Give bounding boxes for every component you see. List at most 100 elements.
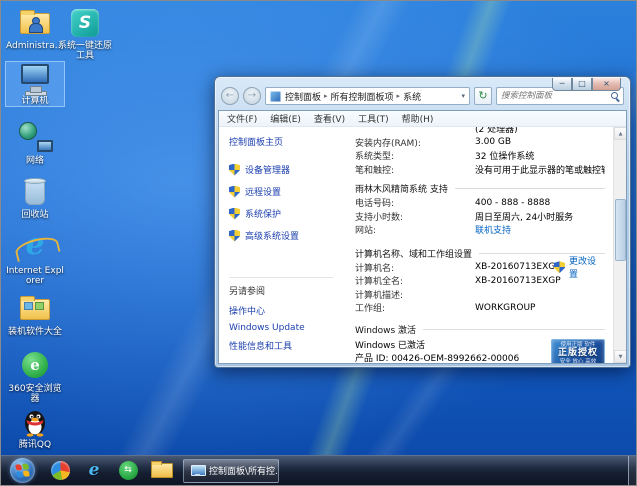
breadcrumb[interactable]: 控制面板 ▸ 所有控制面板项 ▸ 系统 ▾: [265, 87, 470, 105]
uac-shield-icon: [229, 208, 240, 220]
pinned-app-colorful-ball-icon[interactable]: [43, 458, 77, 484]
field-value: XB-20160713EXGP: [475, 262, 554, 272]
user-folder-icon: [15, 7, 55, 39]
desktop-icon-internet-explorer[interactable]: e Internet Explorer: [6, 232, 64, 286]
sidebar-item-device-manager[interactable]: 设备管理器: [229, 163, 343, 176]
network-icon: [15, 122, 55, 154]
computer-row: 计算机描述:: [355, 288, 605, 302]
icon-label: Internet Explorer: [6, 266, 64, 286]
field-label: 支持小时数:: [355, 210, 475, 223]
search-icon: [611, 92, 619, 100]
section-title: 雨林木风精简系统 支持: [355, 182, 448, 195]
field-label: 电话号码:: [355, 196, 475, 209]
recycle-bin-icon: [15, 176, 55, 208]
sidebar: 控制面板主页 设备管理器 远程设置 系统保护: [219, 127, 343, 363]
menu-view[interactable]: 查看(V): [314, 112, 345, 125]
clipped-row: (2 处理器): [355, 127, 605, 136]
activation-status: Windows 已激活: [355, 339, 527, 353]
taskbar-button-control-panel[interactable]: 控制面板\所有控...: [183, 459, 279, 483]
icon-label: 回收站: [6, 210, 64, 220]
scrollbar-thumb[interactable]: [615, 199, 626, 261]
system-control-panel-window: ─ □ × ← → 控制面板 ▸ 所有控制面板项 ▸ 系统 ▾ ↻: [214, 76, 631, 368]
field-label: 系统类型:: [355, 149, 475, 162]
menu-edit[interactable]: 编辑(E): [270, 112, 301, 125]
breadcrumb-item[interactable]: 系统: [403, 90, 421, 103]
see-also-section: 另请参阅 操作中心 Windows Update 性能信息和工具: [229, 277, 333, 358]
field-label: 笔和触控:: [355, 163, 475, 176]
desktop-icon-computer[interactable]: 计算机: [6, 62, 64, 106]
scroll-down-arrow-icon[interactable]: ▼: [614, 350, 627, 363]
sidebar-item-home[interactable]: 控制面板主页: [229, 135, 343, 148]
breadcrumb-item[interactable]: 控制面板: [285, 90, 321, 103]
minimize-button[interactable]: ─: [552, 78, 572, 91]
computer-icon: [15, 62, 55, 94]
internet-explorer-icon: e: [15, 232, 55, 264]
sidebar-item-windows-update[interactable]: Windows Update: [229, 323, 333, 333]
see-also-header: 另请参阅: [229, 284, 333, 297]
sidebar-item-action-center[interactable]: 操作中心: [229, 304, 333, 317]
pinned-internet-explorer-icon[interactable]: e: [77, 458, 111, 484]
field-value: WORKGROUP: [475, 303, 605, 313]
search-input[interactable]: [501, 91, 611, 101]
online-support-link[interactable]: 联机支持: [475, 226, 511, 236]
desktop-icon-system-restore-tool[interactable]: S 系统一键还原工具: [56, 7, 114, 61]
genuine-windows-badge[interactable]: 使用正版 软件 正版授权 安全 放心 高效: [551, 339, 605, 364]
field-value: XB-20160713EXGP: [475, 276, 605, 286]
icon-label: 腾讯QQ: [6, 440, 64, 450]
chevron-down-icon[interactable]: ▾: [457, 92, 465, 100]
field-value: 没有可用于此显示器的笔或触控输入: [475, 163, 605, 176]
support-row: 支持小时数: 周日至周六, 24小时服务: [355, 210, 605, 224]
windows-flag-icon: [15, 463, 29, 477]
section-header-support: 雨林木风精简系统 支持: [355, 181, 605, 196]
computer-row: 计算机名: XB-20160713EXGP 更改设置: [355, 261, 605, 275]
menu-tools[interactable]: 工具(T): [358, 112, 389, 125]
section-rule: [423, 329, 605, 330]
desktop-icon-recycle-bin[interactable]: 回收站: [6, 176, 64, 220]
system-window-icon: [191, 465, 204, 476]
back-button[interactable]: ←: [221, 87, 239, 105]
vertical-scrollbar[interactable]: ▲ ▼: [613, 127, 626, 363]
section-rule: [455, 188, 605, 189]
section-title: 计算机名称、域和工作组设置: [355, 247, 472, 260]
desktop-icon-network[interactable]: 网络: [6, 122, 64, 166]
uac-shield-icon: [554, 261, 565, 273]
spec-row: 系统类型: 32 位操作系统: [355, 149, 605, 163]
uac-shield-icon: [229, 230, 240, 242]
taskbar: e ⇆ 控制面板\所有控...: [1, 455, 636, 485]
sidebar-item-system-protection[interactable]: 系统保护: [229, 207, 343, 220]
field-label: 安装内存(RAM):: [355, 136, 475, 149]
start-button[interactable]: [10, 458, 35, 483]
pinned-windows-explorer-icon[interactable]: [145, 458, 179, 484]
icon-label: 计算机: [6, 96, 64, 106]
icon-label: 装机软件大全: [6, 327, 64, 337]
desktop-icon-360-browser[interactable]: e 360安全浏览器: [6, 350, 64, 404]
desktop-icon-qq[interactable]: 腾讯QQ: [6, 406, 64, 450]
show-desktop-button[interactable]: [628, 456, 636, 486]
field-value: 32 位操作系统: [475, 149, 605, 162]
close-button[interactable]: ×: [592, 78, 621, 91]
scroll-up-arrow-icon[interactable]: ▲: [614, 127, 627, 140]
sidebar-item-advanced-settings[interactable]: 高级系统设置: [229, 229, 343, 242]
uac-shield-icon: [229, 164, 240, 176]
processor-note: (2 处理器): [475, 127, 605, 135]
menu-help[interactable]: 帮助(H): [402, 112, 434, 125]
desktop-icon-software-collection[interactable]: 装机软件大全: [6, 293, 64, 337]
sidebar-item-remote-settings[interactable]: 远程设置: [229, 185, 343, 198]
breadcrumb-item[interactable]: 所有控制面板项: [331, 90, 394, 103]
menu-file[interactable]: 文件(F): [227, 112, 257, 125]
desktop[interactable]: Administrator S 系统一键还原工具 计算机 网络 回收站 e In…: [0, 0, 637, 486]
sidebar-item-performance-tools[interactable]: 性能信息和工具: [229, 339, 333, 352]
forward-button[interactable]: →: [243, 87, 261, 105]
product-id: 产品 ID: 00426-OEM-8992662-00006: [355, 353, 527, 364]
system-info-content: (2 处理器) 安装内存(RAM): 3.00 GB 系统类型: 32 位操作系…: [343, 127, 613, 363]
software-folder-icon: [15, 293, 55, 325]
maximize-button[interactable]: □: [572, 78, 592, 91]
icon-label: 系统一键还原工具: [56, 41, 114, 61]
uac-shield-icon: [229, 186, 240, 198]
refresh-button[interactable]: ↻: [474, 87, 492, 105]
pinned-green-app-icon[interactable]: ⇆: [111, 458, 145, 484]
breadcrumb-separator-icon: ▸: [324, 92, 328, 100]
field-value: 400 - 888 - 8888: [475, 198, 605, 208]
restore-tool-icon: S: [65, 7, 105, 39]
field-label: 计算机描述:: [355, 288, 475, 301]
